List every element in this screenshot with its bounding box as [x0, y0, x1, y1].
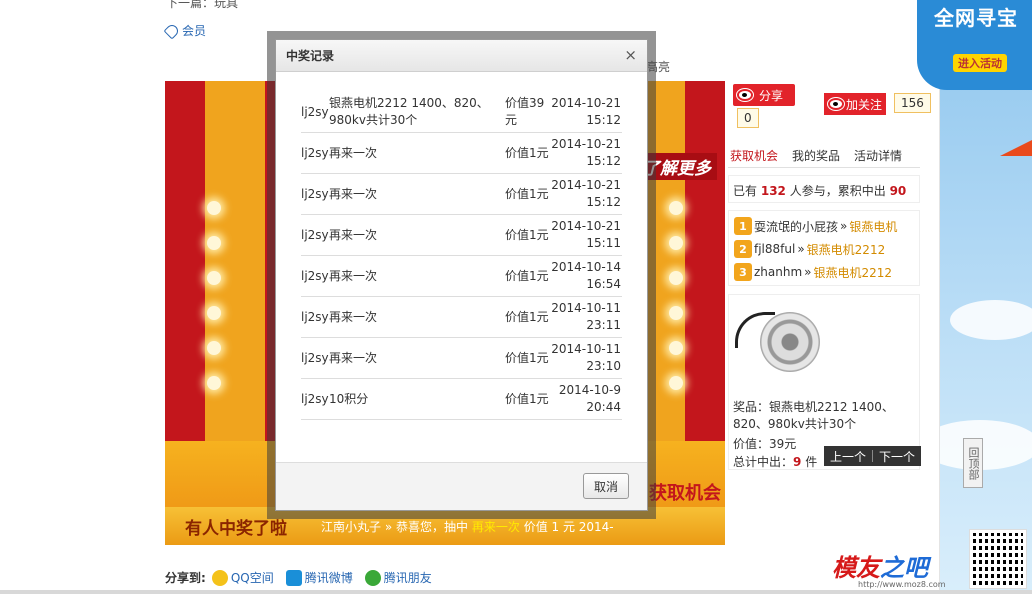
record-time: 2014-10-21 15:11: [549, 218, 621, 252]
record-time: 2014-10-21 15:12: [549, 177, 621, 211]
record-clock: 16:54: [586, 277, 621, 291]
record-date: 2014-10-11: [551, 342, 621, 356]
record-item: 再来一次: [329, 268, 378, 283]
record-date: 2014-10-21: [551, 137, 621, 151]
dialog-footer: 取消: [276, 462, 647, 510]
records-list: lj2sy 银燕电机2212 1400、820、980kv共计30个 价值39元 20…: [301, 92, 622, 420]
record-item: 再来一次: [329, 227, 378, 242]
record-row: lj2sy 再来一次 价值1元 2014-10-21 15:11: [301, 215, 622, 256]
record-clock: 23:10: [586, 359, 621, 373]
record-time: 2014-10-14 16:54: [549, 259, 621, 293]
record-item: 再来一次: [329, 350, 378, 365]
record-time: 2014-10-11 23:10: [549, 341, 621, 375]
record-date: 2014-10-21: [551, 96, 621, 110]
record-clock: 15:12: [586, 154, 621, 168]
record-value: 价值1元: [505, 145, 549, 160]
record-value: 价值1元: [505, 309, 549, 324]
record-item: 再来一次: [329, 186, 378, 201]
record-date: 2014-10-21: [551, 219, 621, 233]
record-clock: 15:12: [586, 195, 621, 209]
record-time: 2014-10-9 20:44: [549, 382, 621, 416]
record-row: lj2sy 再来一次 价值1元 2014-10-11 23:10: [301, 338, 622, 379]
record-value: 价值1元: [505, 350, 549, 365]
record-clock: 20:44: [586, 400, 621, 414]
record-time: 2014-10-21 15:12: [549, 136, 621, 170]
record-value: 价值1元: [505, 268, 549, 283]
record-date: 2014-10-14: [551, 260, 621, 274]
record-row: lj2sy 银燕电机2212 1400、820、980kv共计30个 价值39元 20…: [301, 92, 622, 133]
record-row: lj2sy 再来一次 价值1元 2014-10-14 16:54: [301, 256, 622, 297]
record-value: 价值1元: [505, 186, 549, 201]
record-value: 价值1元: [505, 391, 549, 406]
record-user: lj2sy: [301, 391, 329, 406]
record-date: 2014-10-11: [551, 301, 621, 315]
record-item: 银燕电机2212 1400、820、980kv共计30个: [329, 96, 489, 127]
cancel-button[interactable]: 取消: [583, 473, 629, 499]
record-user: lj2sy: [301, 104, 329, 119]
record-row: lj2sy 再来一次 价值1元 2014-10-21 15:12: [301, 133, 622, 174]
win-records-dialog: 中奖记录 × lj2sy 银燕电机2212 1400、820、980kv共计30个…: [275, 39, 648, 511]
record-date: 2014-10-9: [558, 383, 621, 397]
record-item: 10积分: [329, 391, 369, 406]
record-time: 2014-10-11 23:11: [549, 300, 621, 334]
record-user: lj2sy: [301, 350, 329, 365]
dialog-body: lj2sy 银燕电机2212 1400、820、980kv共计30个 价值39元 20…: [276, 72, 647, 462]
record-time: 2014-10-21 15:12: [549, 95, 621, 129]
record-user: lj2sy: [301, 227, 329, 242]
record-clock: 23:11: [586, 318, 621, 332]
dialog-header[interactable]: 中奖记录 ×: [276, 40, 647, 72]
record-clock: 15:12: [586, 113, 621, 127]
close-icon[interactable]: ×: [624, 48, 637, 63]
record-user: lj2sy: [301, 186, 329, 201]
record-date: 2014-10-21: [551, 178, 621, 192]
record-row: lj2sy 再来一次 价值1元 2014-10-11 23:11: [301, 297, 622, 338]
record-clock: 15:11: [586, 236, 621, 250]
record-row: lj2sy 10积分 价值1元 2014-10-9 20:44: [301, 379, 622, 420]
record-item: 再来一次: [329, 145, 378, 160]
record-item: 再来一次: [329, 309, 378, 324]
dialog-frame: 中奖记录 × lj2sy 银燕电机2212 1400、820、980kv共计30个…: [267, 31, 656, 519]
record-row: lj2sy 再来一次 价值1元 2014-10-21 15:12: [301, 174, 622, 215]
record-user: lj2sy: [301, 145, 329, 160]
record-value: 价值39元: [505, 96, 545, 127]
record-value: 价值1元: [505, 227, 549, 242]
record-user: lj2sy: [301, 309, 329, 324]
record-user: lj2sy: [301, 268, 329, 283]
dialog-title: 中奖记录: [286, 49, 335, 63]
